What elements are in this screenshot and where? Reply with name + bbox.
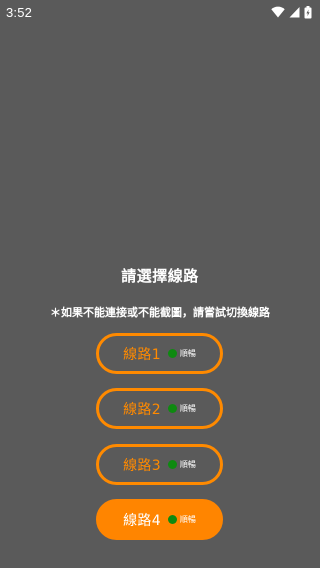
route-status: 順暢 (167, 403, 196, 414)
route-button-2[interactable]: 線路2 順暢 (96, 388, 223, 429)
route-status: 順暢 (167, 348, 196, 359)
status-bar: 3:52 (0, 0, 320, 24)
battery-icon (304, 5, 312, 19)
route-button-4[interactable]: 線路4 順暢 (96, 499, 223, 540)
route-label: 線路2 (123, 401, 161, 418)
route-label: 線路4 (123, 512, 161, 529)
route-label: 線路1 (123, 346, 161, 363)
status-dot-icon (167, 460, 177, 469)
status-time: 3:52 (6, 4, 33, 20)
route-status-text: 順暢 (179, 515, 196, 524)
status-dot-icon (167, 515, 177, 524)
status-dot-icon (167, 404, 177, 413)
route-status: 順暢 (167, 514, 196, 525)
status-icons (271, 5, 312, 19)
route-status: 順暢 (167, 459, 196, 470)
cell-signal-icon (289, 6, 300, 18)
route-status-text: 順暢 (179, 349, 196, 358)
route-status-text: 順暢 (179, 460, 196, 469)
wifi-icon (271, 6, 285, 18)
route-status-text: 順暢 (179, 404, 196, 413)
route-button-1[interactable]: 線路1 順暢 (96, 333, 223, 374)
status-dot-icon (167, 349, 177, 358)
page-title: 請選擇線路 (121, 267, 199, 285)
hint-text: ＊如果不能連接或不能截圖，請嘗試切換線路 (50, 306, 270, 319)
route-button-3[interactable]: 線路3 順暢 (96, 444, 223, 485)
route-label: 線路3 (123, 457, 161, 474)
